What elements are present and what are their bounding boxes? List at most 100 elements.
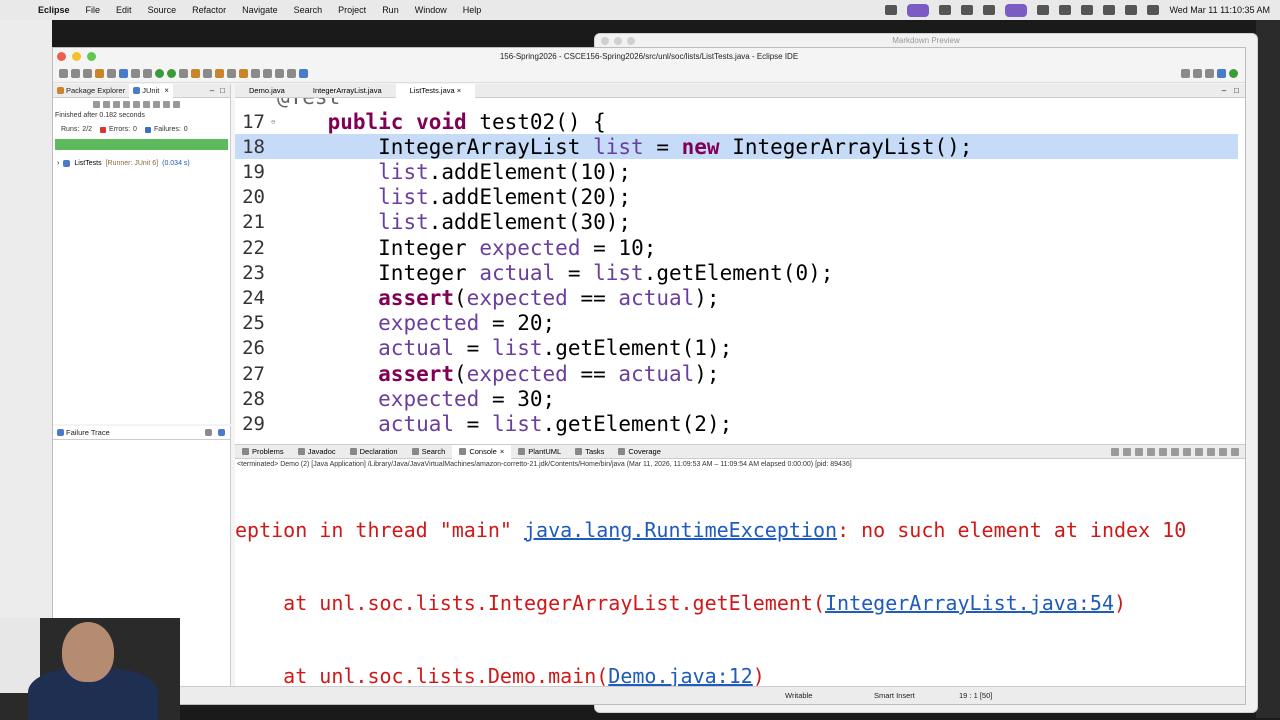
stack-trace-link[interactable]: Demo.java:12	[608, 664, 753, 688]
rerun-icon[interactable]	[133, 100, 140, 108]
tab-javadoc[interactable]: Javadoc	[291, 445, 343, 459]
clear-console-icon[interactable]	[1147, 447, 1155, 456]
search-tool-icon[interactable]	[227, 69, 236, 78]
show-failures-icon[interactable]	[113, 100, 120, 108]
volume-icon[interactable]	[1037, 5, 1050, 15]
tab-demo-java[interactable]: Demo.java	[235, 84, 299, 98]
coverage-icon[interactable]	[167, 69, 176, 78]
rerun-failed-icon[interactable]	[143, 100, 150, 108]
app-icon[interactable]	[961, 5, 974, 15]
external-tools-icon[interactable]	[179, 69, 188, 78]
view-menu-icon[interactable]	[173, 100, 180, 108]
undo-icon[interactable]	[95, 69, 104, 78]
minimize-button[interactable]	[614, 37, 622, 45]
junit-tree-item[interactable]: › ListTests [Runner: JUnit 6] (0.034 s)	[53, 150, 230, 167]
stop-icon[interactable]	[153, 100, 160, 108]
minimize-icon[interactable]: –	[210, 86, 214, 95]
history-icon[interactable]	[163, 100, 170, 108]
remove-launch-icon[interactable]	[1123, 447, 1131, 456]
back-icon[interactable]	[275, 69, 284, 78]
menu-run[interactable]: Run	[374, 5, 407, 15]
close-button[interactable]	[601, 37, 609, 45]
tab-problems[interactable]: Problems	[235, 445, 291, 459]
time-machine-icon[interactable]	[1125, 5, 1138, 15]
run-icon[interactable]	[155, 69, 164, 78]
bluetooth-icon[interactable]	[1059, 5, 1072, 15]
close-button[interactable]	[57, 52, 66, 61]
tab-integerarraylist-java[interactable]: IntegerArrayList.java	[299, 84, 396, 98]
exception-link[interactable]: java.lang.RuntimeException	[524, 518, 837, 542]
code-area[interactable]: @Test 17⊖ public void test02() {18 Integ…	[235, 98, 1245, 444]
chevron-right-icon[interactable]: ›	[57, 160, 59, 167]
terminal-icon[interactable]	[119, 69, 128, 78]
pin-console-icon[interactable]	[1183, 447, 1191, 456]
perspective-java-icon[interactable]	[1193, 69, 1202, 78]
tab-search[interactable]: Search	[405, 445, 453, 459]
remove-all-icon[interactable]	[1135, 447, 1143, 456]
next-annotation-icon[interactable]	[263, 69, 272, 78]
menu-source[interactable]: Source	[140, 5, 185, 15]
maximize-icon[interactable]: □	[220, 86, 225, 95]
new-class-icon[interactable]	[203, 69, 212, 78]
scroll-lock-icon[interactable]	[123, 100, 130, 108]
debug-icon[interactable]	[143, 69, 152, 78]
skip-breakpoints-icon[interactable]	[131, 69, 140, 78]
tab-listtests-java[interactable]: ListTests.java ×	[395, 83, 476, 98]
close-icon[interactable]: ×	[500, 445, 504, 459]
battery-icon[interactable]	[1081, 5, 1094, 15]
minimize-icon[interactable]	[1219, 447, 1227, 456]
print-icon[interactable]	[107, 69, 116, 78]
maximize-icon[interactable]: □	[1234, 86, 1239, 95]
prev-annotation-icon[interactable]	[251, 69, 260, 78]
tab-declaration[interactable]: Declaration	[343, 445, 405, 459]
mark-occurrences-icon[interactable]	[239, 69, 248, 78]
menu-help[interactable]: Help	[455, 5, 490, 15]
display-console-icon[interactable]	[1195, 447, 1203, 456]
vpn-icon[interactable]	[983, 5, 996, 15]
screen-record-icon[interactable]	[907, 3, 930, 17]
stack-trace-link[interactable]: IntegerArrayList.java:54	[825, 591, 1114, 615]
save-all-icon[interactable]	[83, 69, 92, 78]
tab-junit[interactable]: JUnit ×	[129, 83, 173, 98]
tab-tasks[interactable]: Tasks	[568, 445, 611, 459]
zoom-icon[interactable]	[939, 5, 952, 15]
zoom-button[interactable]	[627, 37, 635, 45]
scroll-lock-icon[interactable]	[1159, 447, 1167, 456]
menu-edit[interactable]: Edit	[108, 5, 140, 15]
close-icon[interactable]: ×	[164, 86, 169, 95]
control-center-icon[interactable]	[1147, 5, 1160, 15]
menu-app[interactable]: Eclipse	[30, 5, 78, 15]
menubar-clock[interactable]: Wed Mar 11 11:10:35 AM	[1169, 5, 1270, 15]
maximize-icon[interactable]	[1231, 447, 1239, 456]
tab-console[interactable]: Console ×	[452, 444, 512, 459]
search-icon[interactable]	[1181, 69, 1190, 78]
next-failure-icon[interactable]	[93, 100, 100, 108]
console-output[interactable]: eption in thread "main" java.lang.Runtim…	[235, 470, 1245, 720]
failure-trace-tab[interactable]: Failure Trace	[53, 426, 114, 440]
menu-window[interactable]: Window	[407, 5, 455, 15]
tab-package-explorer[interactable]: Package Explorer	[53, 84, 129, 98]
perspective-debug-icon[interactable]	[1205, 69, 1214, 78]
menu-project[interactable]: Project	[330, 5, 374, 15]
perspective-icon[interactable]	[1217, 69, 1226, 78]
minimize-icon[interactable]: –	[1222, 86, 1226, 95]
new-package-icon[interactable]	[191, 69, 200, 78]
terminate-icon[interactable]	[1111, 447, 1119, 456]
close-icon[interactable]: ×	[457, 86, 461, 95]
menu-navigate[interactable]: Navigate	[234, 5, 286, 15]
menu-refactor[interactable]: Refactor	[184, 5, 234, 15]
prev-failure-icon[interactable]	[103, 100, 110, 108]
display-icon[interactable]	[1005, 3, 1028, 17]
minimize-button[interactable]	[72, 52, 81, 61]
filter-icon[interactable]	[205, 429, 212, 436]
wifi-icon[interactable]	[1103, 5, 1116, 15]
compare-icon[interactable]	[218, 429, 225, 436]
new-icon[interactable]	[59, 69, 68, 78]
perspective-extra-icon[interactable]	[1229, 69, 1238, 78]
open-type-icon[interactable]	[215, 69, 224, 78]
word-wrap-icon[interactable]	[1171, 447, 1179, 456]
forward-icon[interactable]	[287, 69, 296, 78]
tab-plantuml[interactable]: PlantUML	[511, 445, 568, 459]
save-icon[interactable]	[71, 69, 80, 78]
menu-file[interactable]: File	[78, 5, 109, 15]
